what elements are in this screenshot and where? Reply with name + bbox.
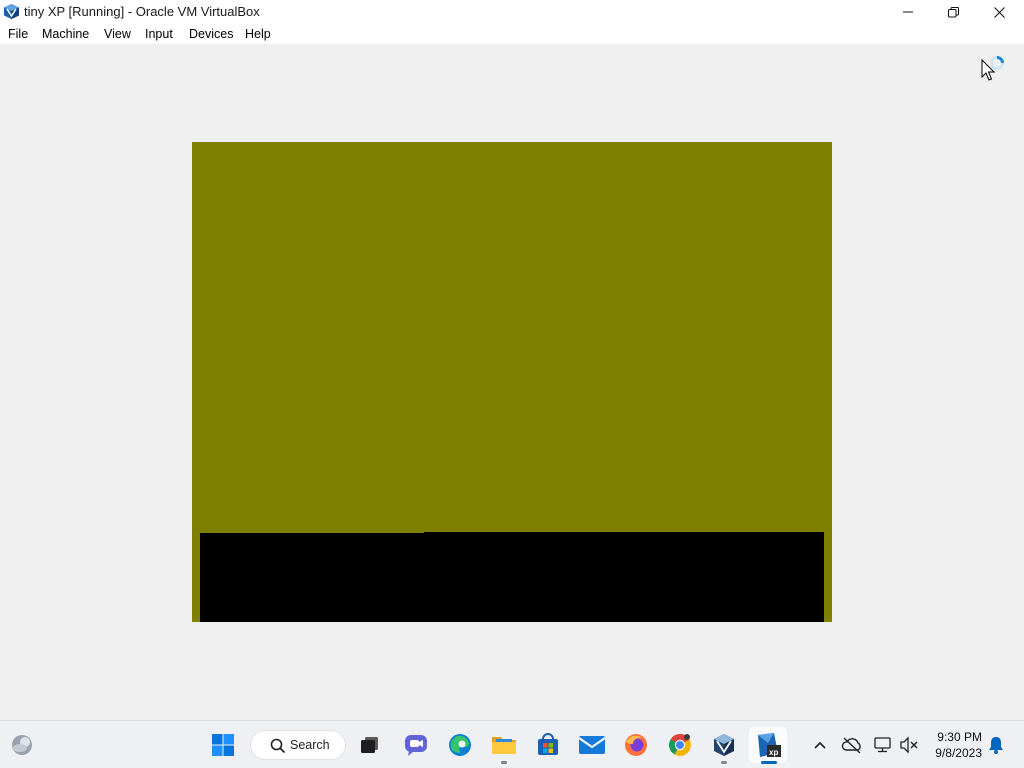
menu-help[interactable]: Help [245,26,271,42]
network-icon[interactable] [869,731,897,759]
file-explorer-running-indicator [501,761,507,764]
close-icon [993,6,1005,18]
minimize-icon [903,11,913,13]
window-title: tiny XP [Running] - Oracle VM VirtualBox [24,4,260,19]
mail-icon[interactable] [578,731,606,759]
volume-muted-icon[interactable] [895,731,923,759]
vm-black-region-right [424,532,824,622]
tiny-xp-active-indicator [761,761,777,764]
clock-date[interactable]: 9/8/2023 [926,746,982,761]
svg-text:xp: xp [769,748,778,757]
virtualbox-icon [3,3,20,20]
vm-black-region-left [200,533,425,622]
clock-time[interactable]: 9:30 PM [936,730,982,745]
restore-icon [947,6,959,17]
menu-file[interactable]: File [8,26,28,42]
menu-machine[interactable]: Machine [42,26,89,42]
menu-bar: File Machine View Input Devices Help [0,24,1024,44]
minimize-button[interactable] [885,0,931,24]
menu-view[interactable]: View [104,26,131,42]
restore-button[interactable] [930,0,976,24]
teams-chat-icon[interactable] [402,731,430,759]
microsoft-store-icon[interactable] [534,731,562,759]
notification-bell-icon[interactable] [982,731,1010,759]
firefox-icon[interactable] [622,731,650,759]
busy-pointer-icon [980,55,1008,83]
task-view-icon[interactable] [356,731,384,759]
virtualbox-taskbar-icon[interactable] [710,731,738,759]
file-explorer-icon[interactable] [490,731,518,759]
edge-icon[interactable] [446,731,474,759]
chrome-icon[interactable] [666,731,694,759]
search-label: Search [290,738,330,752]
menu-devices[interactable]: Devices [189,26,233,42]
windows-start-icon[interactable] [209,731,237,759]
chevron-up-icon[interactable] [806,731,834,759]
search-icon [270,738,286,754]
tiny-xp-vm-icon[interactable]: xp [754,731,782,759]
taskbar-search-box[interactable]: Search [250,730,346,760]
window-titlebar[interactable]: tiny XP [Running] - Oracle VM VirtualBox [0,0,1024,24]
weather-widget-icon[interactable] [8,731,36,759]
menu-input[interactable]: Input [145,26,173,42]
close-button[interactable] [976,0,1022,24]
virtualbox-running-indicator [721,761,727,764]
onedrive-icon[interactable] [838,731,866,759]
taskbar: Search xp 9:30 PM 9/8/2023 [0,720,1024,768]
